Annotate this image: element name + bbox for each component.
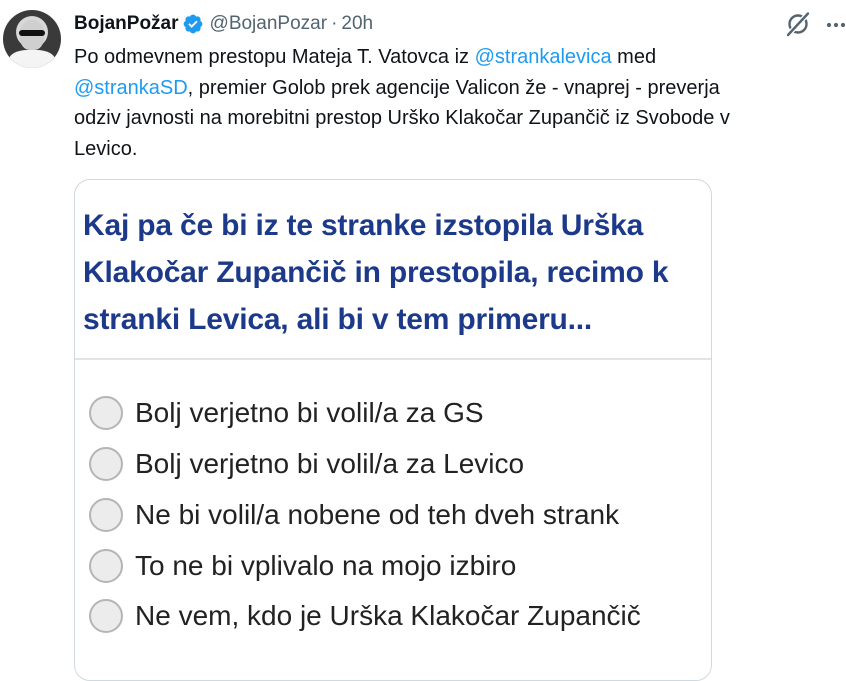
grok-icon[interactable]	[784, 10, 812, 38]
survey-option-label: Bolj verjetno bi volil/a za Levico	[135, 448, 525, 479]
survey-option: Ne bi volil/a nobene od teh dveh strank	[89, 495, 619, 535]
survey-option-label: Ne bi volil/a nobene od teh dveh strank	[135, 499, 620, 530]
radio-button-icon	[89, 599, 123, 633]
tweet-text-part2: med	[617, 46, 657, 68]
author-name[interactable]: BojanPožar	[74, 13, 179, 35]
more-options-icon[interactable]	[826, 22, 846, 28]
tweet-header: BojanPožar @BojanPozar · 20h	[74, 12, 373, 36]
tweet-time[interactable]: 20h	[341, 13, 373, 35]
author-handle[interactable]: @BojanPozar	[210, 13, 328, 35]
card-divider	[75, 358, 711, 360]
header-separator: ·	[331, 13, 338, 34]
avatar-glasses	[19, 30, 45, 36]
survey-option: Ne vem, kdo je Urška Klakočar Zupančič	[89, 596, 641, 636]
survey-option-label: Ne vem, kdo je Urška Klakočar Zupančič	[135, 600, 641, 631]
author-avatar[interactable]	[3, 10, 61, 68]
avatar-shirt	[9, 50, 55, 68]
verified-badge-icon	[183, 14, 202, 34]
survey-question-line: Kaj pa če bi iz te stranke izstopila Urš…	[83, 209, 644, 242]
survey-option: Bolj verjetno bi volil/a za Levico	[89, 444, 524, 484]
media-card[interactable]: Kaj pa če bi iz te stranke izstopila Urš…	[74, 179, 712, 681]
survey-question-line: Klakočar Zupančič in prestopila, recimo …	[83, 256, 669, 289]
survey-question: Kaj pa če bi iz te stranke izstopila Urš…	[83, 202, 703, 343]
survey-option-label: To ne bi vplivalo na mojo izbiro	[135, 550, 517, 581]
survey-option: To ne bi vplivalo na mojo izbiro	[89, 546, 516, 586]
survey-question-line: stranki Levica, ali bi v tem primeru...	[83, 303, 593, 336]
radio-button-icon	[89, 549, 123, 583]
survey-option: Bolj verjetno bi volil/a za GS	[89, 393, 484, 433]
mention-strankasd[interactable]: @strankaSD	[74, 77, 188, 99]
radio-button-icon	[89, 396, 123, 430]
tweet-text: Po odmevnem prestopu Mateja T. Vatovca i…	[74, 42, 844, 164]
survey-option-label: Bolj verjetno bi volil/a za GS	[135, 397, 484, 428]
radio-button-icon	[89, 498, 123, 532]
mention-strankalevica[interactable]: @strankalevica	[475, 46, 612, 68]
tweet-text-part1: Po odmevnem prestopu Mateja T. Vatovca i…	[74, 46, 475, 68]
radio-button-icon	[89, 447, 123, 481]
